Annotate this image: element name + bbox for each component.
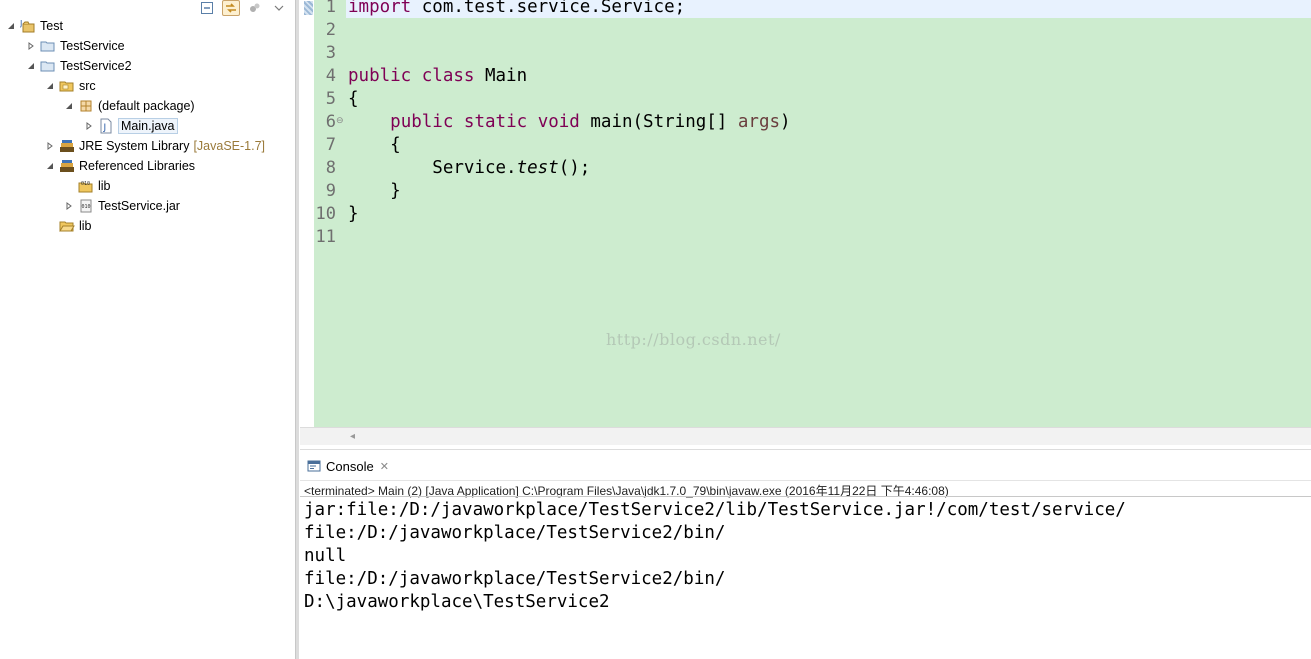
line-number: 5 bbox=[325, 89, 336, 109]
tree-item-lib-folder[interactable]: lib bbox=[45, 216, 92, 236]
tree-item-label: TestService bbox=[60, 39, 125, 53]
fold-minus-icon[interactable]: ⊖ bbox=[336, 116, 344, 126]
tree-item-label: Main.java bbox=[118, 118, 178, 134]
java-file-icon: J bbox=[98, 118, 114, 134]
tree-item-label: JRE System Library bbox=[79, 139, 190, 153]
tree-item-src[interactable]: src bbox=[45, 76, 96, 96]
code-line-1: import com.test.service.Service; bbox=[348, 0, 686, 17]
line-number: 1 bbox=[325, 0, 336, 17]
tab-divider bbox=[300, 480, 1311, 481]
source-folder-icon bbox=[59, 78, 75, 94]
library-icon bbox=[59, 158, 75, 174]
tree-item-label: Test bbox=[40, 19, 63, 33]
code-line-4: public class Main bbox=[348, 66, 528, 86]
expanded-chevron-icon[interactable] bbox=[6, 21, 16, 31]
line-number-gutter: 1 2 3 4 5 6 7 8 9 10 11 bbox=[314, 0, 346, 427]
collapsed-chevron-icon[interactable] bbox=[64, 201, 74, 211]
expanded-chevron-icon[interactable] bbox=[45, 161, 55, 171]
expanded-chevron-icon[interactable] bbox=[26, 61, 36, 71]
package-icon bbox=[78, 98, 94, 114]
tree-item-label: src bbox=[79, 79, 96, 93]
watermark-text: http://blog.csdn.net/ bbox=[606, 330, 781, 349]
line-number: 4 bbox=[325, 66, 336, 86]
svg-text:J: J bbox=[20, 19, 22, 28]
console-output-line: D:\javaworkplace\TestService2 bbox=[304, 592, 610, 612]
line-number: 9 bbox=[325, 181, 336, 201]
tree-item-lib-jar-folder[interactable]: 010 lib bbox=[64, 176, 111, 196]
view-menu-chevron-down-icon[interactable] bbox=[270, 0, 288, 16]
console-divider bbox=[300, 496, 1311, 497]
console-output-line: null bbox=[304, 546, 347, 566]
code-editor[interactable]: 1 2 3 4 5 6 7 8 9 10 11 ⊖ import com.tes… bbox=[300, 0, 1311, 445]
explorer-toolbar bbox=[198, 0, 288, 16]
library-icon bbox=[59, 138, 75, 154]
scroll-left-arrow-icon[interactable]: ◂ bbox=[350, 431, 355, 442]
console-output-line: file:/D:/javaworkplace/TestService2/bin/ bbox=[304, 569, 726, 589]
project-icon: J bbox=[20, 18, 36, 34]
console-output-line: file:/D:/javaworkplace/TestService2/bin/ bbox=[304, 523, 726, 543]
svg-text:010: 010 bbox=[82, 204, 91, 210]
console-output-line: jar:file:/D:/javaworkplace/TestService2/… bbox=[304, 500, 1126, 520]
tree-item-test-project[interactable]: J Test bbox=[6, 16, 63, 36]
tree-item-label: (default package) bbox=[98, 99, 195, 113]
tree-item-label: TestService.jar bbox=[98, 199, 180, 213]
package-explorer: J Test TestService TestService2 src (def… bbox=[0, 0, 296, 659]
close-icon[interactable]: ✕ bbox=[380, 460, 389, 473]
folder-icon bbox=[59, 218, 75, 234]
expanded-chevron-icon[interactable] bbox=[64, 101, 74, 111]
link-with-editor-icon[interactable] bbox=[222, 0, 240, 16]
collapse-all-icon[interactable] bbox=[198, 0, 216, 16]
code-line-9: } bbox=[348, 181, 401, 201]
line-number: 8 bbox=[325, 158, 336, 178]
code-line-5: { bbox=[348, 89, 359, 109]
line-number: 7 bbox=[325, 135, 336, 155]
tab-console[interactable]: Console ✕ bbox=[302, 454, 393, 478]
line-number: 3 bbox=[325, 43, 336, 63]
tree-item-default-package[interactable]: (default package) bbox=[64, 96, 195, 116]
code-line-6: public static void main(String[] args) bbox=[390, 112, 791, 132]
tree-item-label: Referenced Libraries bbox=[79, 159, 196, 173]
tree-item-label: lib bbox=[98, 179, 111, 193]
tree-item-label: TestService2 bbox=[60, 59, 132, 73]
expanded-chevron-icon[interactable] bbox=[45, 81, 55, 91]
console-view: Console ✕ <terminated> Main (2) [Java Ap… bbox=[300, 449, 1311, 659]
view-splitter[interactable] bbox=[295, 0, 299, 659]
tree-item-testservice2[interactable]: TestService2 bbox=[26, 56, 132, 76]
line-number: 2 bbox=[325, 20, 336, 40]
collapsed-chevron-icon[interactable] bbox=[84, 121, 94, 131]
code-line-10: } bbox=[348, 204, 359, 224]
tree-item-testservice-jar[interactable]: 010 TestService.jar bbox=[64, 196, 180, 216]
tree-item-jre-system-library[interactable]: JRE System Library [JavaSE-1.7] bbox=[45, 136, 265, 156]
code-line-7: { bbox=[348, 135, 401, 155]
code-text-area[interactable]: import com.test.service.Service; public … bbox=[346, 0, 1311, 427]
tree-item-decoration: [JavaSE-1.7] bbox=[193, 139, 266, 153]
tree-item-referenced-libraries[interactable]: Referenced Libraries bbox=[45, 156, 195, 176]
project-folder-icon bbox=[40, 38, 56, 54]
jar-icon: 010 bbox=[78, 198, 94, 214]
line-number: 11 bbox=[315, 227, 336, 247]
tab-console-label: Console bbox=[326, 458, 374, 474]
tree-item-label: lib bbox=[79, 219, 92, 233]
code-line-8: Service.test(); bbox=[348, 158, 591, 178]
console-icon bbox=[306, 458, 322, 474]
project-folder-icon bbox=[40, 58, 56, 74]
tree-item-testservice[interactable]: TestService bbox=[26, 36, 125, 56]
line-number: 10 bbox=[315, 204, 336, 224]
svg-text:J: J bbox=[103, 123, 107, 133]
tree-item-main-java[interactable]: J Main.java bbox=[84, 116, 178, 136]
collapsed-chevron-icon[interactable] bbox=[26, 41, 36, 51]
jar-folder-icon: 010 bbox=[78, 178, 94, 194]
svg-text:010: 010 bbox=[81, 181, 90, 187]
collapsed-chevron-icon[interactable] bbox=[45, 141, 55, 151]
horizontal-scrollbar[interactable]: ◂ bbox=[300, 427, 1311, 445]
filters-icon[interactable] bbox=[246, 0, 264, 16]
line-number: 6 bbox=[325, 112, 336, 132]
